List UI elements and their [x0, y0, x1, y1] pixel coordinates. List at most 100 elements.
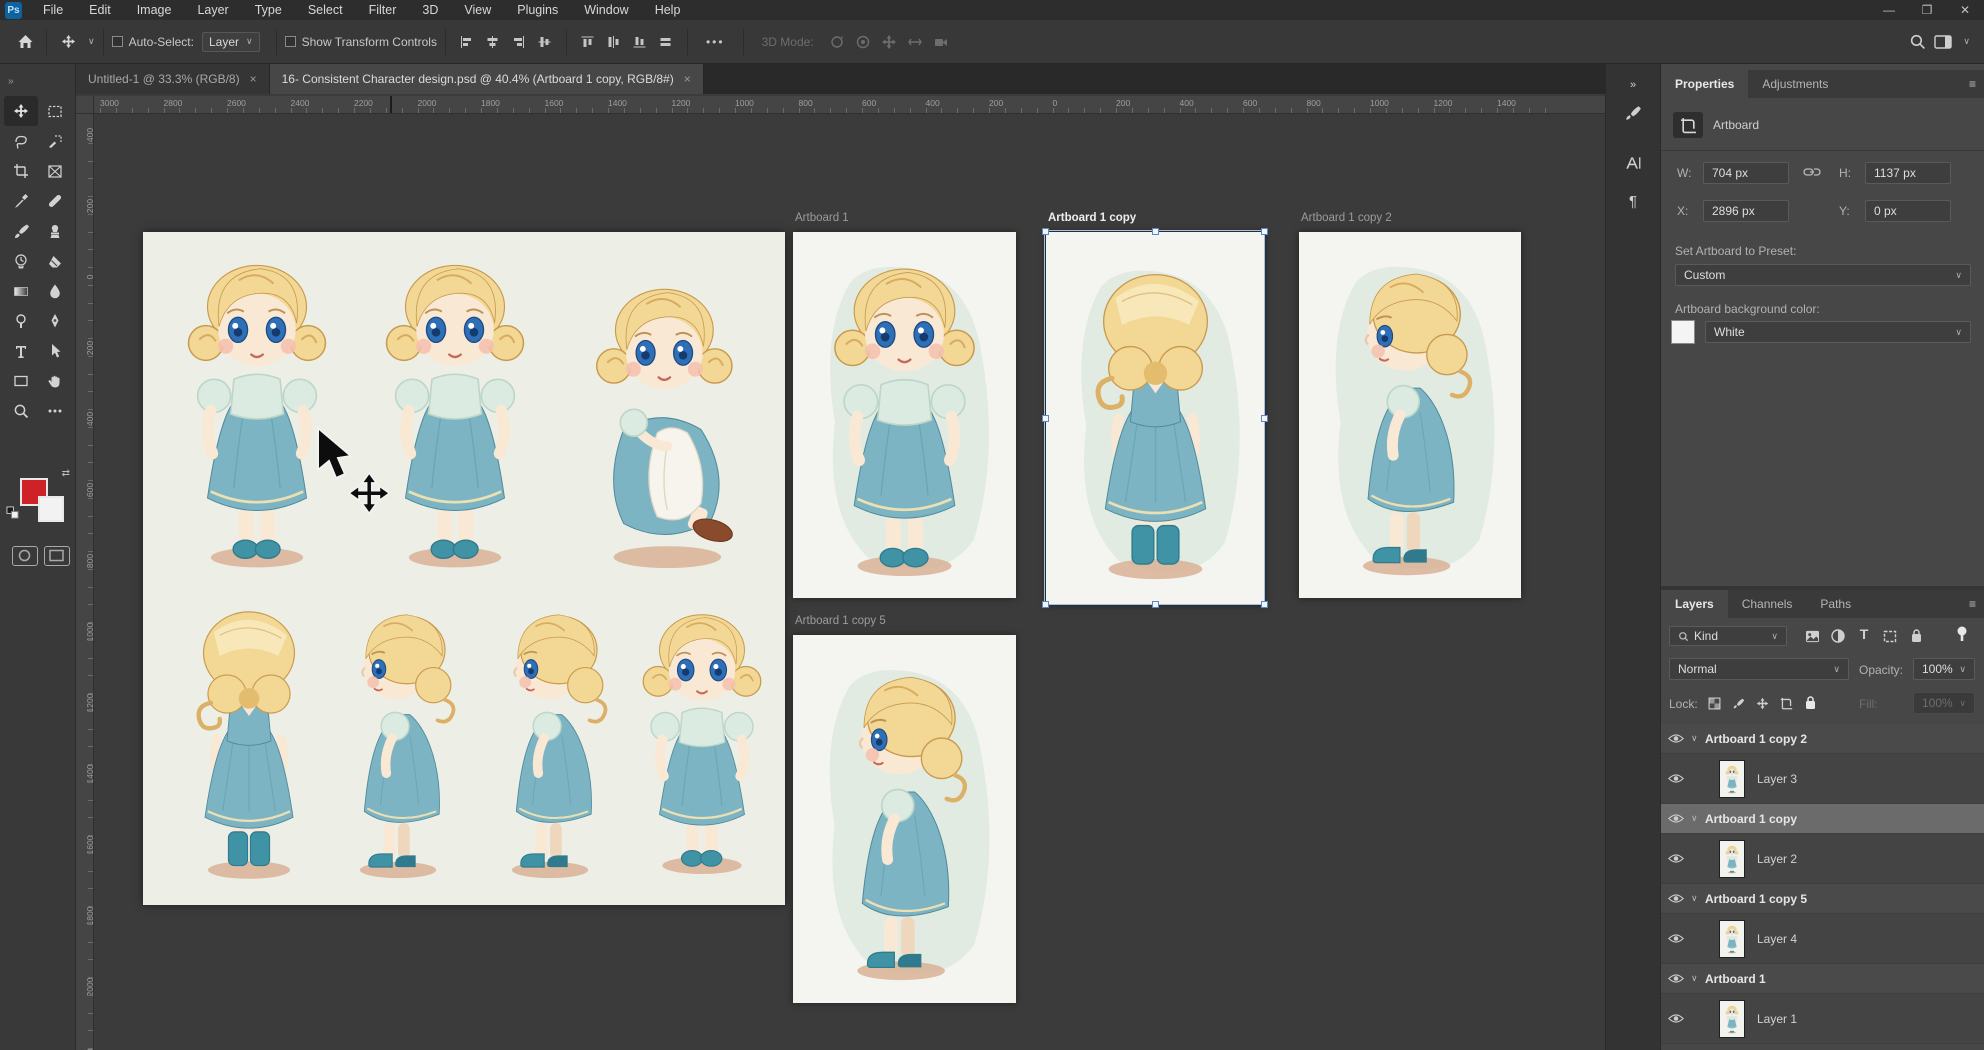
align-horizontal-centers-icon[interactable] — [480, 29, 506, 55]
type-tool[interactable] — [4, 336, 38, 366]
opacity-field[interactable]: 100%∨ — [1913, 658, 1975, 680]
preset-select[interactable]: Custom∨ — [1675, 264, 1971, 286]
layer-row-artboard[interactable]: ∨Artboard 1 copy 2 — [1661, 724, 1984, 754]
transform-handle[interactable] — [1042, 601, 1049, 608]
edit-toolbar-tool[interactable] — [38, 396, 72, 426]
more-options-icon[interactable]: ••• — [706, 35, 725, 49]
artboard-label[interactable]: Artboard 1 copy 2 — [1301, 212, 1392, 224]
layers-panel-menu-icon[interactable]: ≡ — [1969, 597, 1976, 611]
properties-panel-menu-icon[interactable]: ≡ — [1969, 77, 1976, 91]
menu-item-select[interactable]: Select — [295, 0, 356, 20]
blend-mode-select[interactable]: Normal∨ — [1669, 658, 1849, 680]
transform-handle[interactable] — [1261, 415, 1268, 422]
transform-handle[interactable] — [1261, 228, 1268, 235]
gradient-tool[interactable] — [4, 276, 38, 306]
paragraph-panel-icon[interactable]: ¶ — [1620, 188, 1646, 214]
transform-handle[interactable] — [1042, 228, 1049, 235]
lock-position-icon[interactable] — [1751, 693, 1773, 713]
artboard-bg-swatch[interactable] — [1671, 320, 1695, 344]
transform-handle[interactable] — [1261, 601, 1268, 608]
visibility-eye-icon[interactable] — [1661, 813, 1691, 824]
close-button[interactable]: ✕ — [1946, 0, 1984, 20]
adjustment-layers-filter-icon[interactable] — [1827, 626, 1849, 646]
show-transform-checkbox[interactable] — [285, 36, 296, 47]
transform-handle[interactable] — [1042, 415, 1049, 422]
distribute-top-edges-icon[interactable] — [575, 29, 601, 55]
layer-row-artboard[interactable]: ∨Artboard 1 copy — [1661, 804, 1984, 834]
tab-close-icon[interactable]: × — [250, 72, 257, 86]
artboard[interactable] — [1046, 232, 1265, 605]
menu-item-edit[interactable]: Edit — [76, 0, 124, 20]
y-field[interactable]: 0 px — [1865, 200, 1951, 222]
pen-tool[interactable] — [38, 306, 72, 336]
menu-item-plugins[interactable]: Plugins — [504, 0, 571, 20]
shape-layers-filter-icon[interactable] — [1879, 626, 1901, 646]
swap-colors-icon[interactable]: ⇄ — [62, 468, 70, 479]
layer-thumbnail[interactable] — [1719, 760, 1745, 798]
height-field[interactable]: 1137 px — [1865, 162, 1951, 184]
lock-pixels-icon[interactable] — [1727, 693, 1749, 713]
document-tab-untitled[interactable]: Untitled-1 @ 33.3% (RGB/8) × — [76, 64, 270, 94]
filter-toggle-icon[interactable] — [1951, 624, 1973, 644]
visibility-eye-icon[interactable] — [1661, 933, 1691, 944]
align-left-edges-icon[interactable] — [454, 29, 480, 55]
expand-chevron-icon[interactable]: ∨ — [1691, 973, 1705, 984]
menu-item-help[interactable]: Help — [642, 0, 694, 20]
distribute-horizontal-centers-icon[interactable] — [653, 29, 679, 55]
zoom-tool[interactable] — [4, 396, 38, 426]
expand-panels-icon[interactable]: » — [1620, 72, 1646, 98]
path-selection-tool[interactable] — [38, 336, 72, 366]
workspace-chevron-icon[interactable]: ∨ — [1963, 36, 1970, 47]
layer-row-artboard[interactable]: ∨Artboard 1 — [1661, 964, 1984, 994]
character-panel-icon[interactable] — [1620, 150, 1646, 176]
quick-mask-button[interactable] — [12, 546, 38, 566]
rectangle-tool[interactable] — [4, 366, 38, 396]
hand-tool[interactable] — [38, 366, 72, 396]
tab-paths[interactable]: Paths — [1806, 590, 1865, 618]
auto-select-checkbox[interactable] — [112, 36, 123, 47]
tab-layers[interactable]: Layers — [1661, 590, 1728, 618]
brush-tool[interactable] — [4, 216, 38, 246]
layer-thumbnail[interactable] — [1719, 920, 1745, 958]
menu-item-filter[interactable]: Filter — [356, 0, 410, 20]
tab-close-icon[interactable]: × — [684, 72, 691, 86]
character-sheet-image[interactable] — [143, 232, 785, 905]
layer-filter-select[interactable]: Kind∨ — [1669, 626, 1787, 646]
artboard[interactable] — [793, 232, 1016, 598]
menu-item-file[interactable]: File — [30, 0, 76, 20]
expand-chevron-icon[interactable]: ∨ — [1691, 733, 1705, 744]
lock-all-icon[interactable] — [1799, 693, 1821, 713]
move-tool-chevron-icon[interactable]: ∨ — [88, 36, 95, 47]
tab-adjustments[interactable]: Adjustments — [1748, 70, 1842, 98]
toolbar-collapse-icon[interactable]: » — [8, 76, 15, 87]
pixel-layers-filter-icon[interactable] — [1801, 626, 1823, 646]
artboard-label[interactable]: Artboard 1 copy — [1048, 212, 1136, 224]
tab-channels[interactable]: Channels — [1728, 590, 1807, 618]
layer-row[interactable]: Layer 2 — [1661, 834, 1984, 884]
expand-chevron-icon[interactable]: ∨ — [1691, 893, 1705, 904]
menu-item-window[interactable]: Window — [571, 0, 641, 20]
blur-tool[interactable] — [38, 276, 72, 306]
default-colors-icon[interactable] — [6, 506, 19, 519]
menu-item-type[interactable]: Type — [242, 0, 295, 20]
align-vertical-centers-icon[interactable] — [532, 29, 558, 55]
smart-objects-filter-icon[interactable] — [1905, 626, 1927, 646]
expand-chevron-icon[interactable]: ∨ — [1691, 813, 1705, 824]
visibility-eye-icon[interactable] — [1661, 733, 1691, 744]
x-field[interactable]: 2896 px — [1703, 200, 1789, 222]
visibility-eye-icon[interactable] — [1661, 1013, 1691, 1024]
document-tab-character-design[interactable]: 16- Consistent Character design.psd @ 40… — [270, 64, 704, 94]
rectangular-marquee-tool[interactable] — [38, 96, 72, 126]
distribute-bottom-edges-icon[interactable] — [627, 29, 653, 55]
menu-item-view[interactable]: View — [451, 0, 504, 20]
screen-mode-button[interactable] — [44, 546, 70, 566]
workspace-icon[interactable] — [1930, 29, 1956, 55]
tab-properties[interactable]: Properties — [1661, 70, 1748, 98]
eraser-tool[interactable] — [38, 246, 72, 276]
move-tool-options-icon[interactable] — [55, 29, 81, 55]
auto-select-target-select[interactable]: Layer ∨ — [202, 32, 260, 52]
layer-row-artboard[interactable]: ∨Artboard 1 copy 5 — [1661, 884, 1984, 914]
link-dimensions-icon[interactable] — [1803, 164, 1821, 183]
spot-healing-brush-tool[interactable] — [38, 186, 72, 216]
canvas-area[interactable]: 3000280026002400220020001800160014001200… — [76, 96, 1605, 1050]
